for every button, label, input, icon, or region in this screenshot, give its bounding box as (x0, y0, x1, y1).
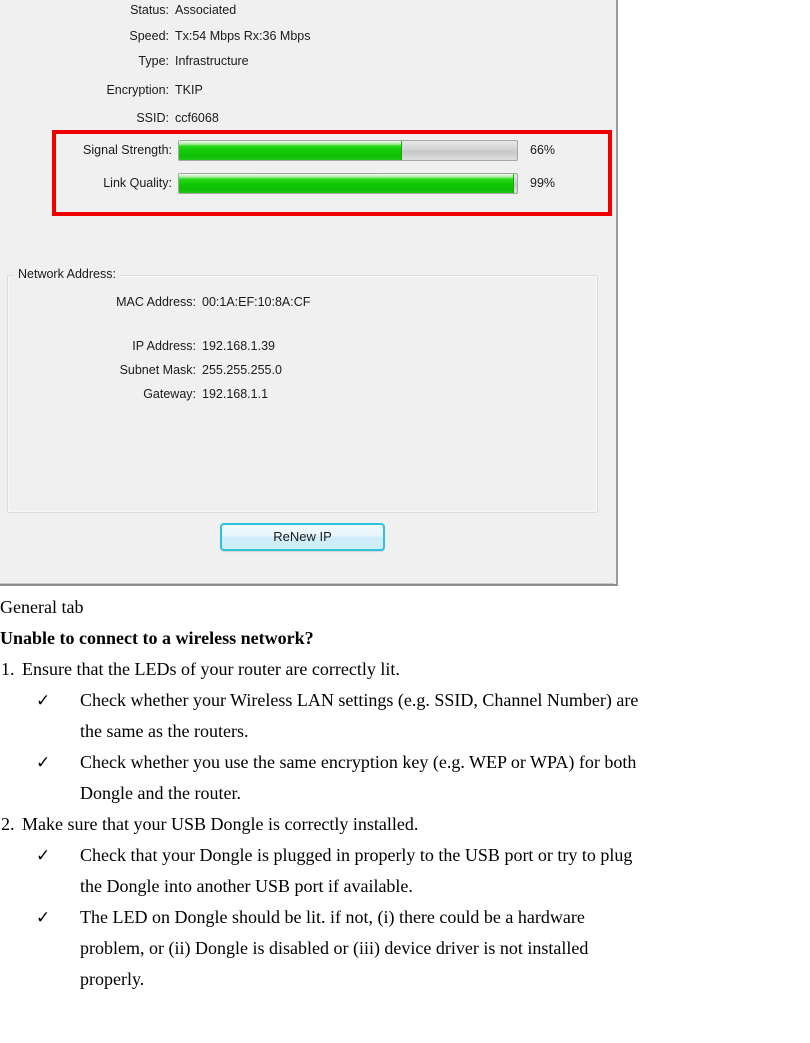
net-row-subnet: Subnet Mask: 255.255.255.0 (0, 361, 282, 379)
net-label-mac: MAC Address: (116, 295, 196, 309)
net-value-gateway: 192.168.1.1 (202, 387, 269, 401)
link-quality-bar (178, 173, 518, 194)
checkmark-icon: ✓ (36, 846, 51, 865)
info-label-ssid: SSID: (136, 111, 169, 125)
link-quality-label: Link Quality: (103, 176, 172, 190)
check-item-text: Check whether your Wireless LAN settings… (80, 690, 639, 710)
check-item: ✓ The LED on Dongle should be lit. if no… (0, 902, 810, 933)
wireless-status-dialog: Status: Associated Speed: Tx:54 Mbps Rx:36… (0, 0, 618, 586)
renew-ip-button[interactable]: ReNew IP (220, 523, 385, 551)
net-value-mac: 00:1A:EF:10:8A:CF (202, 295, 311, 309)
checkmark-icon: ✓ (36, 908, 51, 927)
network-address-legend: Network Address: (14, 267, 120, 281)
check-item-continuation: problem, or (ii) Dongle is disabled or (… (80, 938, 589, 958)
link-quality-bar-fill (179, 174, 514, 193)
info-value-type: Infrastructure (175, 54, 249, 68)
net-row-gateway: Gateway: 192.168.1.1 (0, 385, 268, 403)
link-quality-percent: 99% (530, 176, 556, 190)
list-item-number: 1. (1, 659, 15, 679)
check-item-text: Check whether you use the same encryptio… (80, 752, 637, 772)
info-label-type: Type: (138, 54, 169, 68)
list-item-number: 2. (1, 814, 15, 834)
document-body: General tab Unable to connect to a wirel… (0, 592, 810, 995)
info-row-speed: Speed: Tx:54 Mbps Rx:36 Mbps (0, 27, 310, 45)
net-label-subnet: Subnet Mask: (119, 363, 196, 377)
signal-strength-label: Signal Strength: (83, 143, 172, 157)
check-item-continuation: the same as the routers. (80, 721, 249, 741)
section-heading: Unable to connect to a wireless network? (0, 628, 314, 648)
list-item-text: Ensure that the LEDs of your router are … (22, 659, 400, 679)
net-label-gateway: Gateway: (143, 387, 196, 401)
list-item-text: Make sure that your USB Dongle is correc… (22, 814, 419, 834)
list-item: 1. Ensure that the LEDs of your router a… (0, 654, 810, 685)
checkmark-icon: ✓ (36, 691, 51, 710)
checkmark-icon: ✓ (36, 753, 51, 772)
info-label-status: Status: (130, 3, 169, 17)
check-item: ✓ Check whether your Wireless LAN settin… (0, 685, 810, 716)
net-label-ip: IP Address: (132, 339, 196, 353)
info-row-status: Status: Associated (0, 1, 236, 19)
check-item-continuation: Dongle and the router. (80, 783, 241, 803)
info-label-speed: Speed: (129, 29, 169, 43)
info-value-speed: Tx:54 Mbps Rx:36 Mbps (175, 29, 311, 43)
net-row-ip: IP Address: 192.168.1.39 (0, 337, 275, 355)
check-item: ✓ Check whether you use the same encrypt… (0, 747, 810, 778)
info-value-ssid: ccf6068 (175, 111, 219, 125)
check-item-text: The LED on Dongle should be lit. if not,… (80, 907, 585, 927)
check-item-text: Check that your Dongle is plugged in pro… (80, 845, 633, 865)
page-root: Status: Associated Speed: Tx:54 Mbps Rx:36… (0, 0, 810, 1043)
net-value-ip: 192.168.1.39 (202, 339, 275, 353)
info-row-encryption: Encryption: TKIP (0, 81, 203, 99)
info-value-encryption: TKIP (175, 83, 203, 97)
list-item: 2. Make sure that your USB Dongle is cor… (0, 809, 810, 840)
net-value-subnet: 255.255.255.0 (202, 363, 282, 377)
signal-strength-percent: 66% (530, 143, 556, 157)
signal-strength-bar-fill (179, 141, 403, 160)
info-label-encryption: Encryption: (106, 83, 169, 97)
info-value-status: Associated (175, 3, 237, 17)
check-item-continuation: the Dongle into another USB port if avai… (80, 876, 413, 896)
check-item: ✓ Check that your Dongle is plugged in p… (0, 840, 810, 871)
signal-strength-bar (178, 140, 518, 161)
check-item-continuation: properly. (80, 969, 145, 989)
info-row-ssid: SSID: ccf6068 (0, 109, 219, 127)
info-row-type: Type: Infrastructure (0, 52, 249, 70)
net-row-mac: MAC Address: 00:1A:EF:10:8A:CF (0, 293, 310, 311)
figure-caption: General tab (0, 597, 84, 617)
